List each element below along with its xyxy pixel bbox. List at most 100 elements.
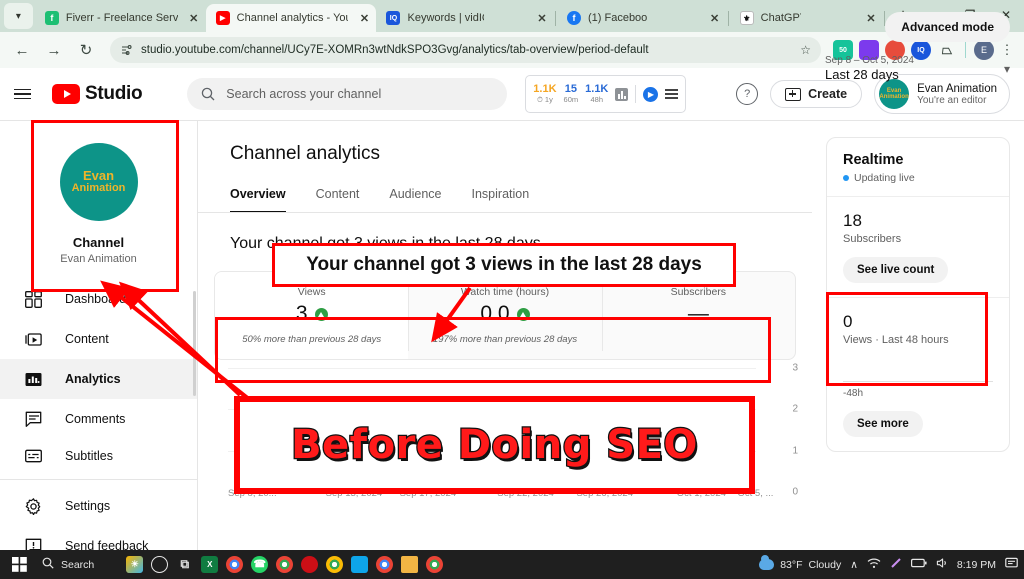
- youtube-play-icon: [52, 84, 80, 104]
- volume-icon[interactable]: [936, 557, 948, 572]
- help-question-icon[interactable]: ?: [736, 83, 759, 105]
- back-arrow-icon[interactable]: ←: [8, 36, 36, 64]
- metric-value: 0.0: [480, 302, 510, 325]
- annotation-headline-text: Your channel got 3 views in the last 28 …: [306, 254, 702, 275]
- taskbar-opera-icon[interactable]: [301, 556, 319, 573]
- taskbar-cortana-icon[interactable]: [151, 556, 169, 573]
- reload-icon[interactable]: ↻: [72, 36, 100, 64]
- channel-search-input[interactable]: Search across your channel: [187, 78, 508, 110]
- taskbar-excel-icon[interactable]: X: [201, 556, 219, 573]
- sidebar-scrollbar[interactable]: [193, 291, 196, 396]
- vidiq-stat-2: 15 60m: [564, 84, 579, 103]
- wifi-icon[interactable]: [867, 558, 881, 572]
- taskbar-whatsapp-icon[interactable]: ☎: [251, 556, 269, 573]
- taskbar-store-icon[interactable]: [351, 556, 369, 573]
- vidiq-stat-label: 60m: [563, 94, 579, 104]
- analytics-bar-icon: [24, 370, 43, 389]
- browser-tab-fiverr[interactable]: f Fiverr - Freelance Service ✕: [35, 4, 206, 32]
- subtitles-icon: [24, 447, 43, 466]
- account-name: Evan Animation: [917, 82, 997, 95]
- chevron-down-icon[interactable]: ▾: [1004, 62, 1010, 76]
- address-bar[interactable]: studio.youtube.com/channel/UCy7E-XOMRn3w…: [110, 37, 821, 63]
- sidebar-item-label: Comments: [65, 412, 126, 426]
- see-live-count-button[interactable]: See live count: [843, 257, 949, 283]
- see-more-button[interactable]: See more: [843, 411, 923, 437]
- close-icon[interactable]: ✕: [534, 10, 550, 26]
- close-icon[interactable]: ✕: [707, 10, 723, 26]
- taskbar-taskview-icon[interactable]: ⧉: [176, 556, 193, 573]
- gear-icon: [24, 497, 43, 516]
- battery-icon[interactable]: [910, 558, 927, 571]
- windows-start-icon[interactable]: [6, 552, 32, 578]
- taskbar-chrome-icon-1[interactable]: [226, 556, 244, 573]
- tab-inspiration[interactable]: Inspiration: [472, 187, 530, 213]
- chart-y-tick-label: 3: [792, 362, 798, 374]
- advanced-mode-button[interactable]: Advanced mode: [885, 12, 1010, 42]
- close-icon[interactable]: ✕: [356, 10, 372, 26]
- metric-label: Views: [297, 286, 326, 298]
- taskbar-search-box[interactable]: Search: [32, 554, 104, 576]
- taskbar-chrome-icon-2[interactable]: [276, 556, 294, 573]
- sidebar-item-label: Dashboard: [65, 292, 127, 306]
- browser-tab-youtube-analytics[interactable]: ▶ Channel analytics - YouTu ✕: [205, 4, 377, 32]
- create-video-icon: [785, 87, 802, 101]
- analytics-tabs: Overview Content Audience Inspiration: [198, 165, 812, 213]
- close-icon[interactable]: ✕: [186, 10, 202, 26]
- sidebar-item-analytics[interactable]: Analytics: [0, 359, 197, 399]
- fiverr-favicon-icon: f: [44, 11, 59, 25]
- taskbar-folder-icon[interactable]: [401, 556, 419, 573]
- sidebar-divider: [0, 479, 197, 480]
- create-button[interactable]: Create: [770, 80, 863, 108]
- studio-logo[interactable]: Studio: [52, 83, 143, 105]
- live-indicator-dot: [843, 175, 849, 181]
- taskbar-clock[interactable]: 8:19 PM: [957, 559, 996, 571]
- url-text: studio.youtube.com/channel/UCy7E-XOMRn3w…: [141, 44, 649, 56]
- metric-delta: 50% more than previous 28 days: [242, 334, 382, 345]
- trend-up-icon: [516, 307, 530, 321]
- sidebar-item-subtitles[interactable]: Subtitles: [0, 439, 197, 473]
- bookmark-star-icon[interactable]: ☆: [800, 43, 811, 57]
- hamburger-menu-icon[interactable]: [14, 82, 38, 106]
- vidiq-stats-widget[interactable]: 1.1K ⏱ 1y 15 60m 1.1K 48h ▶: [525, 75, 687, 113]
- realtime-axis-label: -48h: [843, 388, 864, 399]
- tab-title: Channel analytics - YouTu: [236, 12, 349, 24]
- vidiq-logo-icon[interactable]: ▶: [643, 86, 659, 102]
- realtime-card: Realtime Updating live 18 Subscribers Se…: [826, 137, 1010, 452]
- browser-tab-facebook[interactable]: f (1) Facebook ✕: [557, 4, 727, 32]
- tab-content[interactable]: Content: [316, 187, 360, 213]
- taskbar-widgets-icon[interactable]: ☀: [126, 556, 144, 573]
- tray-expand-chevron-icon[interactable]: ∧: [850, 559, 858, 571]
- taskbar-chrome-icon-3[interactable]: [326, 556, 344, 573]
- sidebar-item-settings[interactable]: Settings: [0, 486, 197, 526]
- site-settings-icon[interactable]: [120, 44, 133, 57]
- sidebar-channel-block[interactable]: Evan Animation Channel Evan Animation: [0, 121, 197, 279]
- sidebar-item-dashboard[interactable]: Dashboard: [0, 279, 197, 319]
- metric-value: 3: [295, 302, 308, 325]
- realtime-panel: Realtime Updating live 18 Subscribers Se…: [812, 121, 1024, 550]
- taskbar-weather[interactable]: 83°F Cloudy: [759, 555, 841, 571]
- sidebar-item-content[interactable]: Content: [0, 319, 197, 359]
- metric-value-row: 0.0: [418, 302, 591, 326]
- search-icon: [201, 87, 215, 101]
- avatar-line2: Animation: [71, 182, 126, 195]
- pen-icon[interactable]: [890, 557, 902, 572]
- realtime-views-section: 0 Views · Last 48 hours -48h See more: [827, 297, 1009, 451]
- sidebar-item-send-feedback[interactable]: Send feedback: [0, 526, 197, 550]
- taskbar-chrome-icon-4[interactable]: [376, 556, 394, 573]
- browser-tab-vidiq[interactable]: IQ Keywords | vidIQ ✕: [376, 4, 554, 32]
- account-role: You're an editor: [917, 94, 987, 106]
- notification-icon[interactable]: [1005, 557, 1018, 573]
- sidebar-item-comments[interactable]: Comments: [0, 399, 197, 439]
- sidebar-item-label: Analytics: [65, 372, 121, 386]
- bar-chart-icon[interactable]: [615, 87, 629, 101]
- tab-audience[interactable]: Audience: [389, 187, 441, 213]
- date-range-selector[interactable]: Sep 8 – Oct 5, 2024 Last 28 days ▾: [825, 55, 1010, 82]
- close-icon[interactable]: ✕: [863, 10, 879, 26]
- avatar: Evan Animation: [879, 79, 910, 109]
- tab-overview[interactable]: Overview: [230, 187, 286, 213]
- tab-list-chevron-down-icon[interactable]: ▾: [4, 3, 33, 29]
- forward-arrow-icon[interactable]: →: [40, 36, 68, 64]
- list-menu-icon[interactable]: [665, 88, 679, 100]
- taskbar-chrome-icon-5[interactable]: [426, 556, 444, 573]
- browser-tab-chatgpt[interactable]: ⚜ ChatGPT ✕: [730, 4, 883, 32]
